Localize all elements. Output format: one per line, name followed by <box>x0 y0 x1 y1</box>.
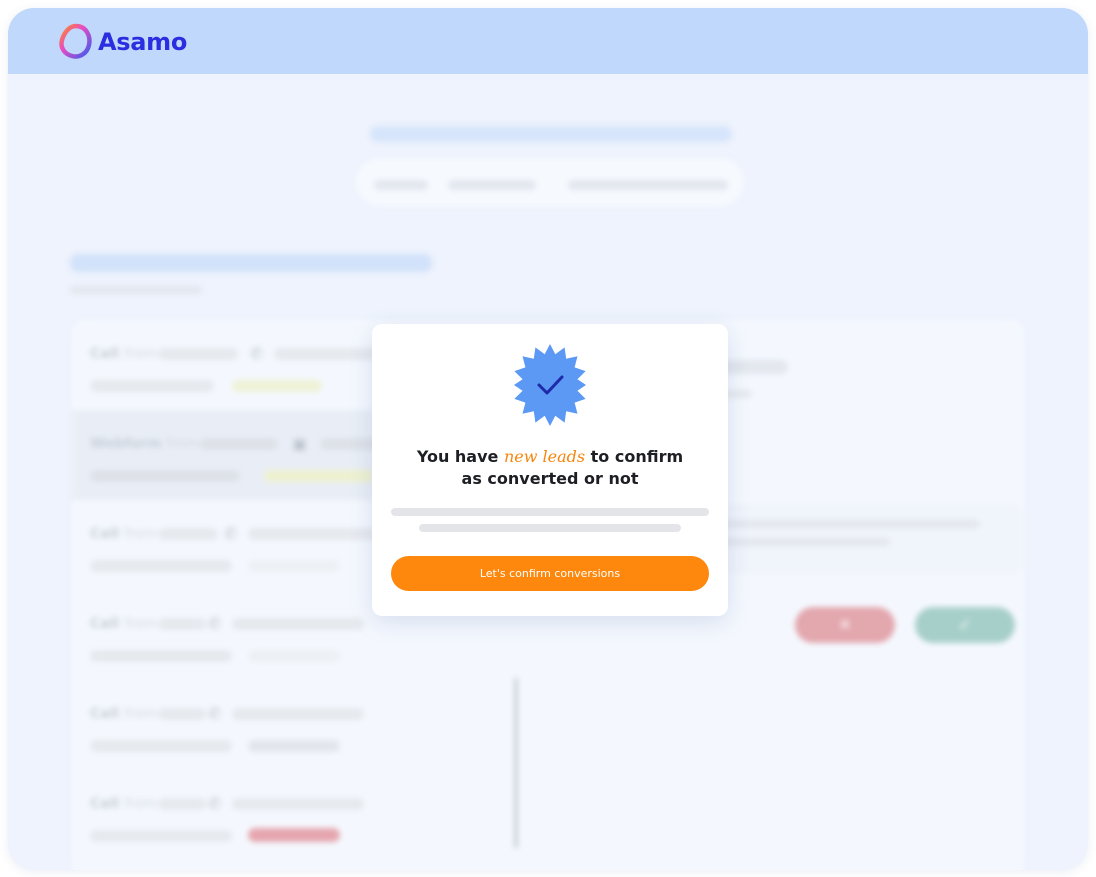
accept-button[interactable]: ✓ <box>915 607 1015 643</box>
reject-button[interactable]: ✕ <box>795 607 895 643</box>
asamo-logo-icon <box>59 23 92 59</box>
brand-name: Asamo <box>98 28 188 56</box>
highlight-text: new leads <box>503 447 586 466</box>
placeholder-heading <box>370 126 732 142</box>
placeholder-line <box>419 524 681 532</box>
phone-icon: ✆ <box>208 796 222 813</box>
list-item[interactable]: Call from ✆ <box>72 680 522 770</box>
modal-title: You have new leads to confirm as convert… <box>416 447 684 488</box>
placeholder-line <box>391 508 709 516</box>
phone-icon: ✆ <box>208 616 222 633</box>
phone-icon: ✆ <box>208 706 222 723</box>
check-icon: ✓ <box>958 617 972 634</box>
verified-badge-icon <box>514 344 586 426</box>
phone-icon: ✆ <box>250 346 264 363</box>
confirm-leads-modal: You have new leads to confirm as convert… <box>372 324 728 616</box>
list-scrollbar[interactable] <box>514 678 518 848</box>
placeholder-section-title <box>70 254 432 272</box>
calendar-icon: ▣ <box>292 436 308 453</box>
close-icon: ✕ <box>838 617 852 634</box>
phone-icon: ✆ <box>224 526 238 543</box>
brand-logo[interactable]: Asamo <box>58 22 187 62</box>
list-item[interactable]: Call from ✆ <box>72 770 522 860</box>
top-bar: Asamo <box>8 8 1088 74</box>
confirm-conversions-button[interactable]: Let's confirm conversions <box>391 556 709 591</box>
